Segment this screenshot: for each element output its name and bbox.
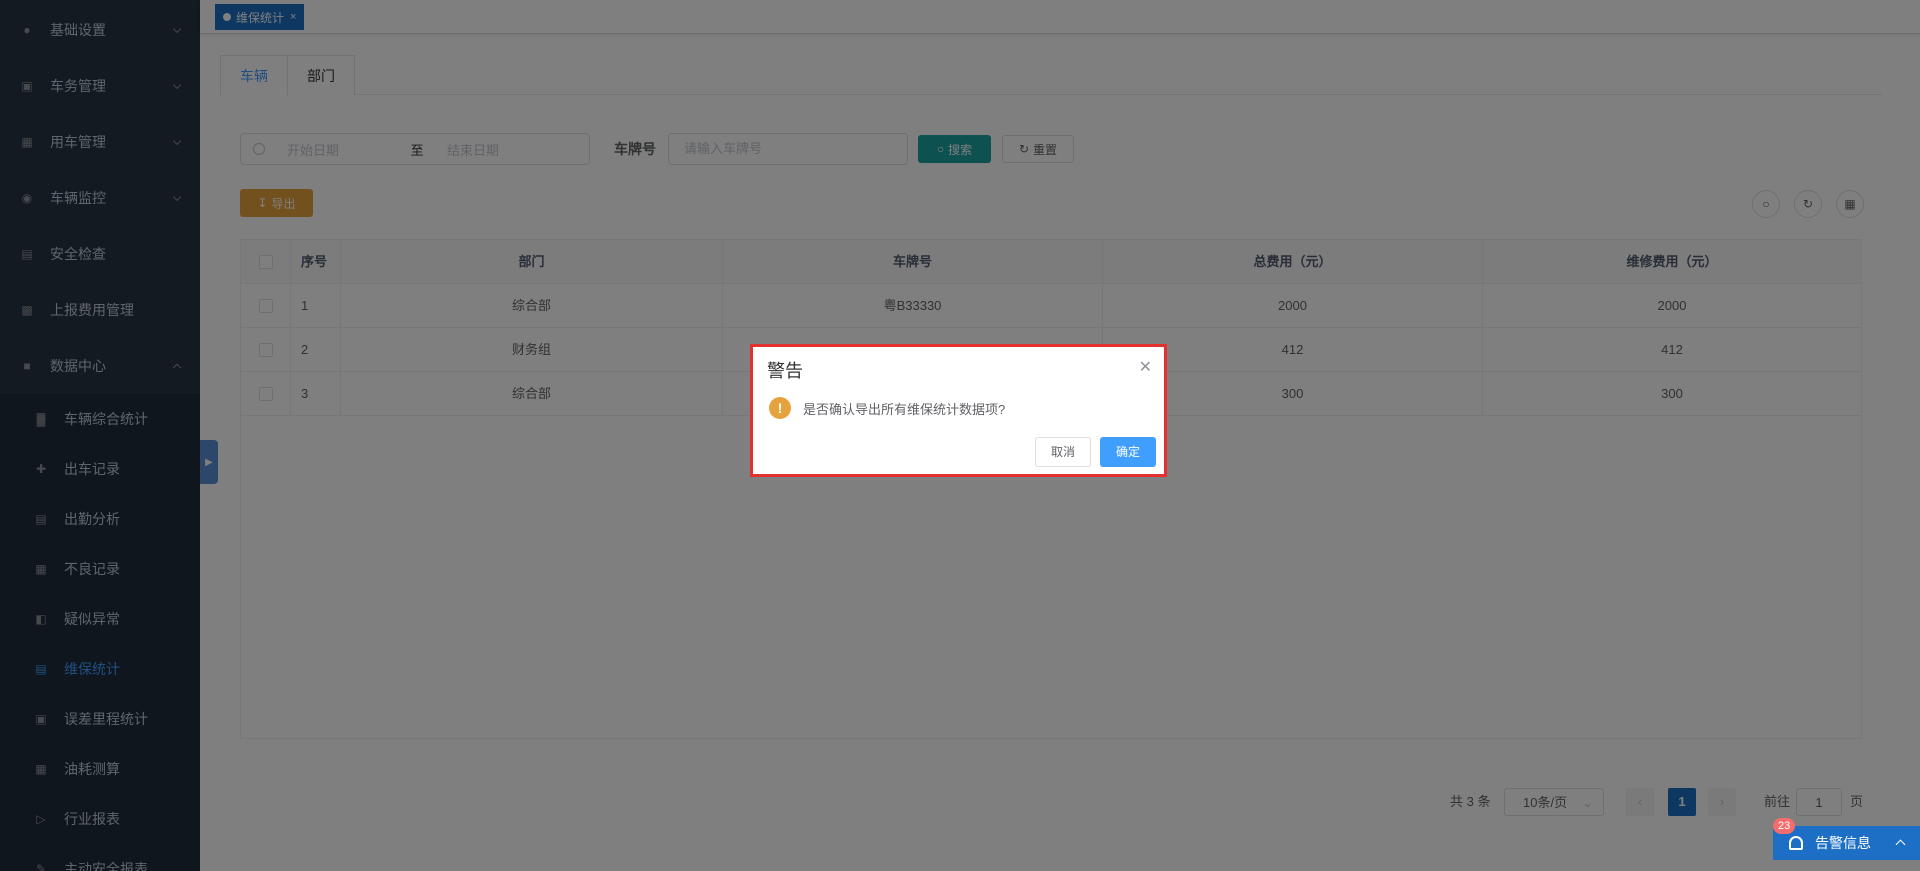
close-icon[interactable]: ✕ — [1139, 357, 1152, 377]
alarm-label: 告警信息 — [1815, 835, 1871, 851]
cancel-button[interactable]: 取消 — [1035, 437, 1091, 467]
alarm-panel-toggle[interactable]: 23 告警信息 — [1773, 818, 1920, 860]
alarm-count-badge: 23 — [1773, 818, 1796, 834]
confirm-button[interactable]: 确定 — [1100, 437, 1156, 467]
confirm-dialog: 警告 ✕ ! 是否确认导出所有维保统计数据项? 取消 确定 — [750, 344, 1167, 477]
dialog-title: 警告 — [767, 361, 803, 381]
chevron-up-icon — [1895, 839, 1906, 850]
alarm-icon — [1789, 836, 1803, 850]
warning-icon: ! — [769, 397, 791, 419]
dialog-message: 是否确认导出所有维保统计数据项? — [803, 402, 1006, 417]
